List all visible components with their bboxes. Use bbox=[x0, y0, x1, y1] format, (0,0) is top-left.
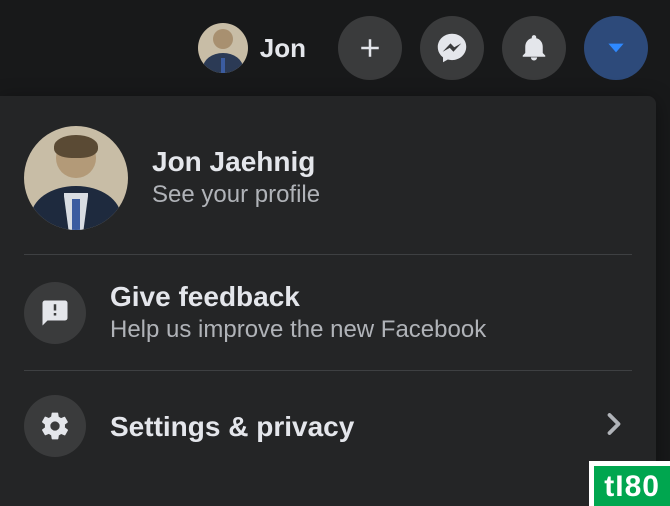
profile-menu-item[interactable]: Jon Jaehnig See your profile bbox=[16, 112, 640, 244]
divider bbox=[24, 254, 632, 255]
messenger-button[interactable] bbox=[420, 16, 484, 80]
settings-title: Settings & privacy bbox=[110, 409, 596, 444]
feedback-icon bbox=[40, 298, 70, 328]
avatar-small bbox=[198, 23, 248, 73]
avatar-large bbox=[24, 126, 128, 230]
feedback-subtitle: Help us improve the new Facebook bbox=[110, 314, 632, 346]
account-dropdown: Jon Jaehnig See your profile Give feedba… bbox=[0, 96, 656, 506]
divider bbox=[24, 370, 632, 371]
settings-menu-item[interactable]: Settings & privacy bbox=[16, 381, 640, 471]
plus-icon bbox=[355, 33, 385, 63]
chevron-right-icon bbox=[596, 406, 632, 447]
profile-short-name: Jon bbox=[260, 33, 306, 64]
feedback-texts: Give feedback Help us improve the new Fa… bbox=[110, 279, 632, 346]
profile-subtitle: See your profile bbox=[152, 179, 632, 211]
account-menu-button[interactable] bbox=[584, 16, 648, 80]
notifications-button[interactable] bbox=[502, 16, 566, 80]
gear-icon bbox=[39, 410, 71, 442]
create-button[interactable] bbox=[338, 16, 402, 80]
profile-chip[interactable]: Jon bbox=[192, 17, 320, 79]
caret-down-icon bbox=[603, 35, 629, 61]
top-bar: Jon bbox=[0, 0, 670, 96]
messenger-icon bbox=[436, 32, 468, 64]
settings-texts: Settings & privacy bbox=[110, 409, 596, 444]
bell-icon bbox=[519, 33, 549, 63]
feedback-icon-wrap bbox=[24, 282, 86, 344]
profile-name: Jon Jaehnig bbox=[152, 144, 632, 179]
feedback-title: Give feedback bbox=[110, 279, 632, 314]
watermark: tI80 bbox=[589, 461, 670, 506]
profile-texts: Jon Jaehnig See your profile bbox=[152, 144, 632, 211]
feedback-menu-item[interactable]: Give feedback Help us improve the new Fa… bbox=[16, 265, 640, 360]
settings-icon-wrap bbox=[24, 395, 86, 457]
